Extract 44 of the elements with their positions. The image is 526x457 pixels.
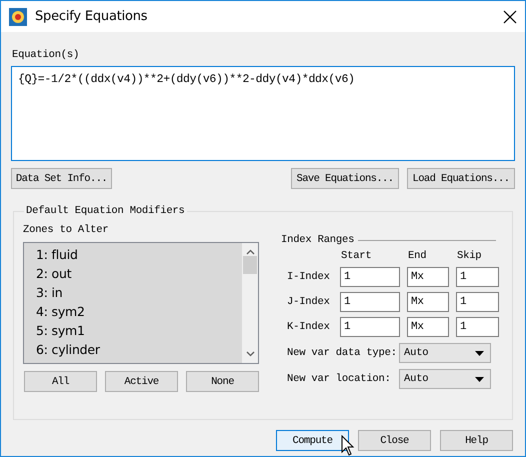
dialog-button[interactable]: Help	[440, 430, 513, 451]
dropdown-label: New var location:	[287, 373, 392, 385]
index-label: K-Index	[286, 321, 331, 333]
zone-list[interactable]: 1: fluid 2: out 3: in 4: sym2 5: sym1 6: cylinder	[23, 242, 259, 364]
dialog-button[interactable]: Close	[358, 430, 431, 451]
start-field[interactable]: 1	[340, 292, 400, 312]
data-set-info-button[interactable]: Data Set Info...	[11, 168, 112, 189]
scrollbar[interactable]	[242, 243, 258, 363]
column-header: Start	[340, 250, 373, 262]
zones-label: Zones to Alter	[23, 224, 110, 236]
end-field[interactable]: Mx	[407, 292, 449, 312]
index-ranges-title: Index Ranges	[281, 234, 354, 246]
load-equations-button[interactable]: Load Equations...	[407, 168, 515, 189]
equations-label: Equation(s)	[12, 49, 80, 61]
close-icon[interactable]	[503, 10, 517, 24]
cursor-icon	[341, 435, 355, 457]
save-equations-button[interactable]: Save Equations...	[291, 168, 399, 189]
dropdown[interactable]: Auto	[399, 343, 491, 363]
dropdown[interactable]: Auto	[399, 369, 491, 389]
zone-button[interactable]: None	[186, 371, 259, 392]
scroll-up-icon[interactable]	[246, 249, 254, 255]
dropdown-label: New var data type:	[287, 347, 398, 359]
start-field[interactable]: 1	[340, 267, 400, 287]
end-field[interactable]: Mx	[407, 267, 449, 287]
scroll-down-icon[interactable]	[246, 351, 254, 357]
zone-button[interactable]: Active	[105, 371, 178, 392]
app-icon	[9, 8, 27, 26]
column-header: End	[407, 250, 428, 262]
index-label: J-Index	[286, 296, 331, 308]
skip-field[interactable]: 1	[456, 267, 499, 287]
dropdown-arrow-icon	[475, 350, 484, 356]
skip-field[interactable]: 1	[456, 292, 499, 312]
end-field[interactable]: Mx	[407, 317, 449, 337]
group-title: Default Equation Modifiers	[24, 205, 187, 217]
index-label: I-Index	[286, 271, 331, 283]
scrollbar-thumb[interactable]	[243, 256, 257, 274]
window-title: Specify Equations	[35, 9, 148, 24]
dialog-button[interactable]: Compute	[276, 430, 349, 451]
start-field[interactable]: 1	[340, 317, 400, 337]
dropdown-arrow-icon	[475, 376, 484, 382]
skip-field[interactable]: 1	[456, 317, 499, 337]
equation-field[interactable]: {Q}=-1/2*((ddx(v4))**2+(ddy(v6))**2-ddy(v4)*ddx(v6)	[11, 66, 515, 161]
zone-button[interactable]: All	[24, 371, 97, 392]
column-header: Skip	[456, 250, 482, 262]
